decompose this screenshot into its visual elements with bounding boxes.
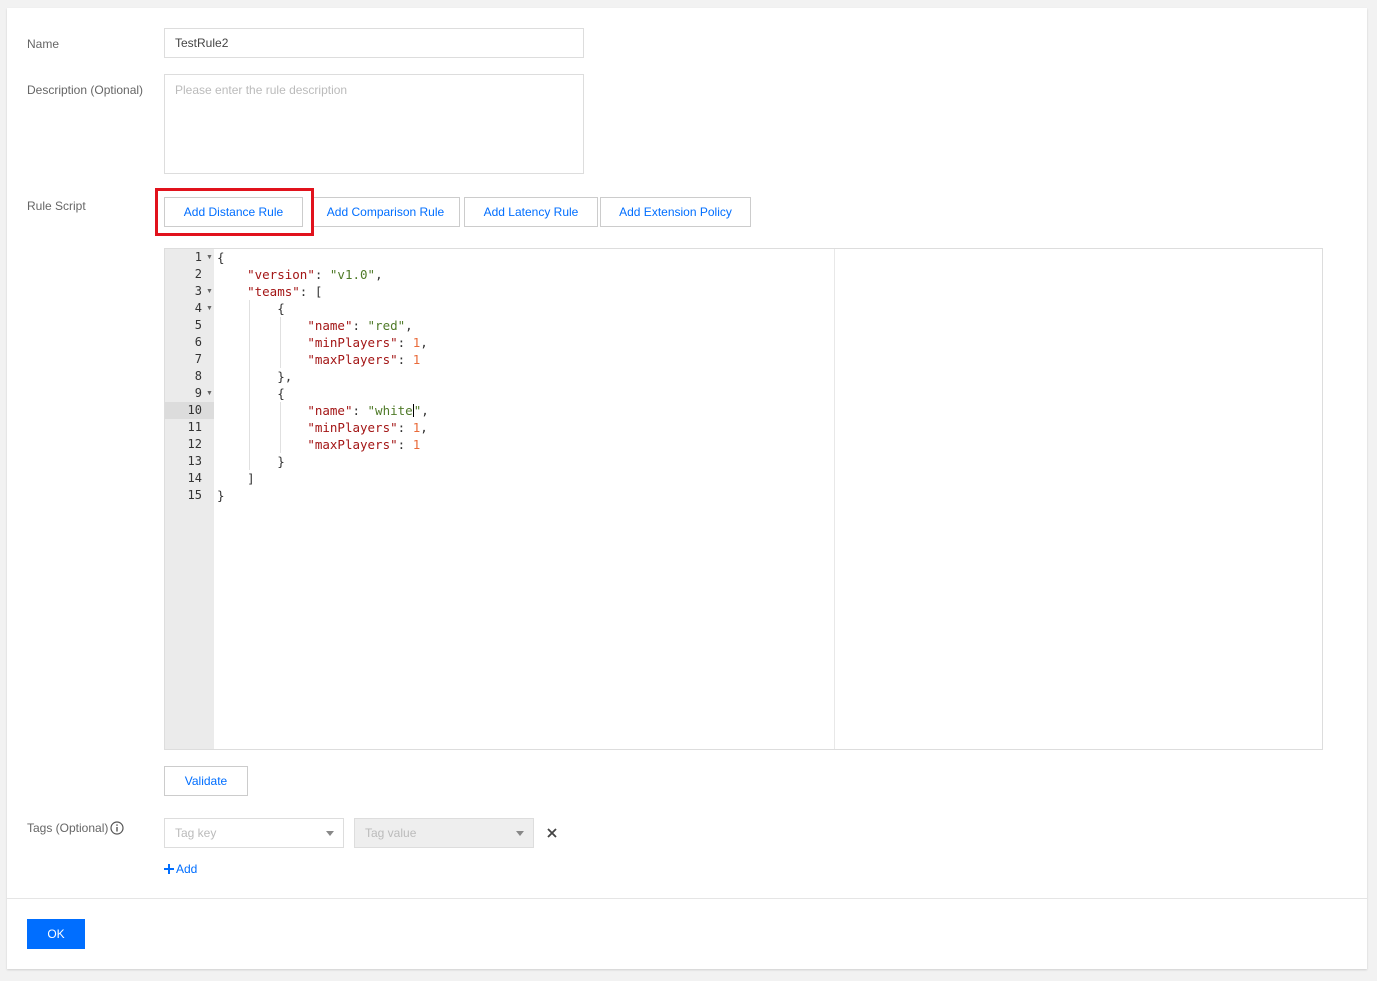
json-string: "white: [367, 403, 413, 418]
json-key: "minPlayers": [307, 420, 398, 435]
dropdown-caret-icon: [516, 831, 524, 836]
tags-label: Tags (Optional): [27, 821, 109, 835]
remove-tag-icon[interactable]: [547, 828, 557, 838]
json-number: 1: [412, 437, 421, 452]
add-extension-policy-button[interactable]: Add Extension Policy: [600, 197, 751, 227]
json-string: "v1.0": [329, 267, 376, 282]
json-brace: {: [217, 250, 225, 265]
tag-key-placeholder: Tag key: [175, 826, 217, 840]
json-brace: }: [217, 488, 225, 503]
add-tag-label: Add: [176, 862, 198, 876]
json-brace: {: [277, 301, 285, 316]
line-number: 13: [187, 454, 202, 468]
fold-arrow-icon[interactable]: ▼: [206, 300, 213, 317]
line-number: 11: [187, 420, 202, 434]
code-content[interactable]: { "version": "v1.0", "teams": [ { "name"…: [217, 249, 429, 538]
fold-arrow-icon[interactable]: ▼: [206, 385, 213, 402]
add-latency-rule-button[interactable]: Add Latency Rule: [464, 197, 598, 227]
tag-key-select[interactable]: Tag key: [164, 818, 344, 848]
json-brace: }: [277, 454, 285, 469]
dropdown-caret-icon: [326, 831, 334, 836]
json-key: "name": [307, 318, 353, 333]
rule-form-card: Name TestRule2 Description (Optional) Pl…: [7, 8, 1367, 969]
ok-button[interactable]: OK: [27, 919, 85, 949]
plus-icon: [164, 864, 174, 874]
line-number: 12: [187, 437, 202, 451]
line-number: 3: [194, 284, 202, 298]
tags-label-row: Tags (Optional): [27, 821, 124, 835]
line-number: 5: [194, 318, 202, 332]
editor-gutter: 1 2 3 4 5 6 7 8 9 10 11 12 13 14 15 ▼ ▼ …: [165, 249, 214, 749]
name-label: Name: [27, 37, 60, 51]
footer-divider: [7, 898, 1367, 899]
json-number: 1: [412, 352, 421, 367]
tag-value-select[interactable]: Tag value: [354, 818, 534, 848]
line-number: 1: [194, 250, 202, 264]
json-key: "version": [247, 267, 315, 282]
fold-arrow-icon[interactable]: ▼: [206, 283, 213, 300]
validate-button[interactable]: Validate: [164, 766, 248, 796]
add-distance-rule-button[interactable]: Add Distance Rule: [164, 197, 303, 227]
description-label: Description (Optional): [27, 83, 144, 97]
name-input[interactable]: TestRule2: [164, 28, 584, 58]
line-number: 8: [194, 369, 202, 383]
print-margin: [834, 249, 835, 749]
description-textarea[interactable]: Please enter the rule description: [164, 74, 584, 174]
json-brace: },: [277, 369, 293, 384]
json-bracket: [: [314, 284, 323, 299]
line-number: 7: [194, 352, 202, 366]
code-editor[interactable]: 1 2 3 4 5 6 7 8 9 10 11 12 13 14 15 ▼ ▼ …: [164, 248, 1323, 750]
json-string: "red": [367, 318, 406, 333]
json-key: "maxPlayers": [307, 437, 398, 452]
line-number: 2: [194, 267, 202, 281]
rule-script-label: Rule Script: [27, 199, 86, 213]
line-number: 15: [187, 488, 202, 502]
line-number: 6: [194, 335, 202, 349]
line-number: 9: [194, 386, 202, 400]
json-key: "teams": [247, 284, 300, 299]
fold-arrow-icon[interactable]: ▼: [206, 249, 213, 266]
json-bracket: ]: [247, 471, 255, 486]
line-number: 10: [187, 403, 202, 417]
tag-value-placeholder: Tag value: [365, 826, 417, 840]
json-key: "maxPlayers": [307, 352, 398, 367]
line-number: 4: [194, 301, 202, 315]
line-number: 14: [187, 471, 202, 485]
json-key: "minPlayers": [307, 335, 398, 350]
add-tag-link[interactable]: Add: [164, 862, 197, 876]
info-icon[interactable]: [110, 821, 124, 835]
add-comparison-rule-button[interactable]: Add Comparison Rule: [311, 197, 460, 227]
json-brace: {: [277, 386, 285, 401]
json-key: "name": [307, 403, 353, 418]
